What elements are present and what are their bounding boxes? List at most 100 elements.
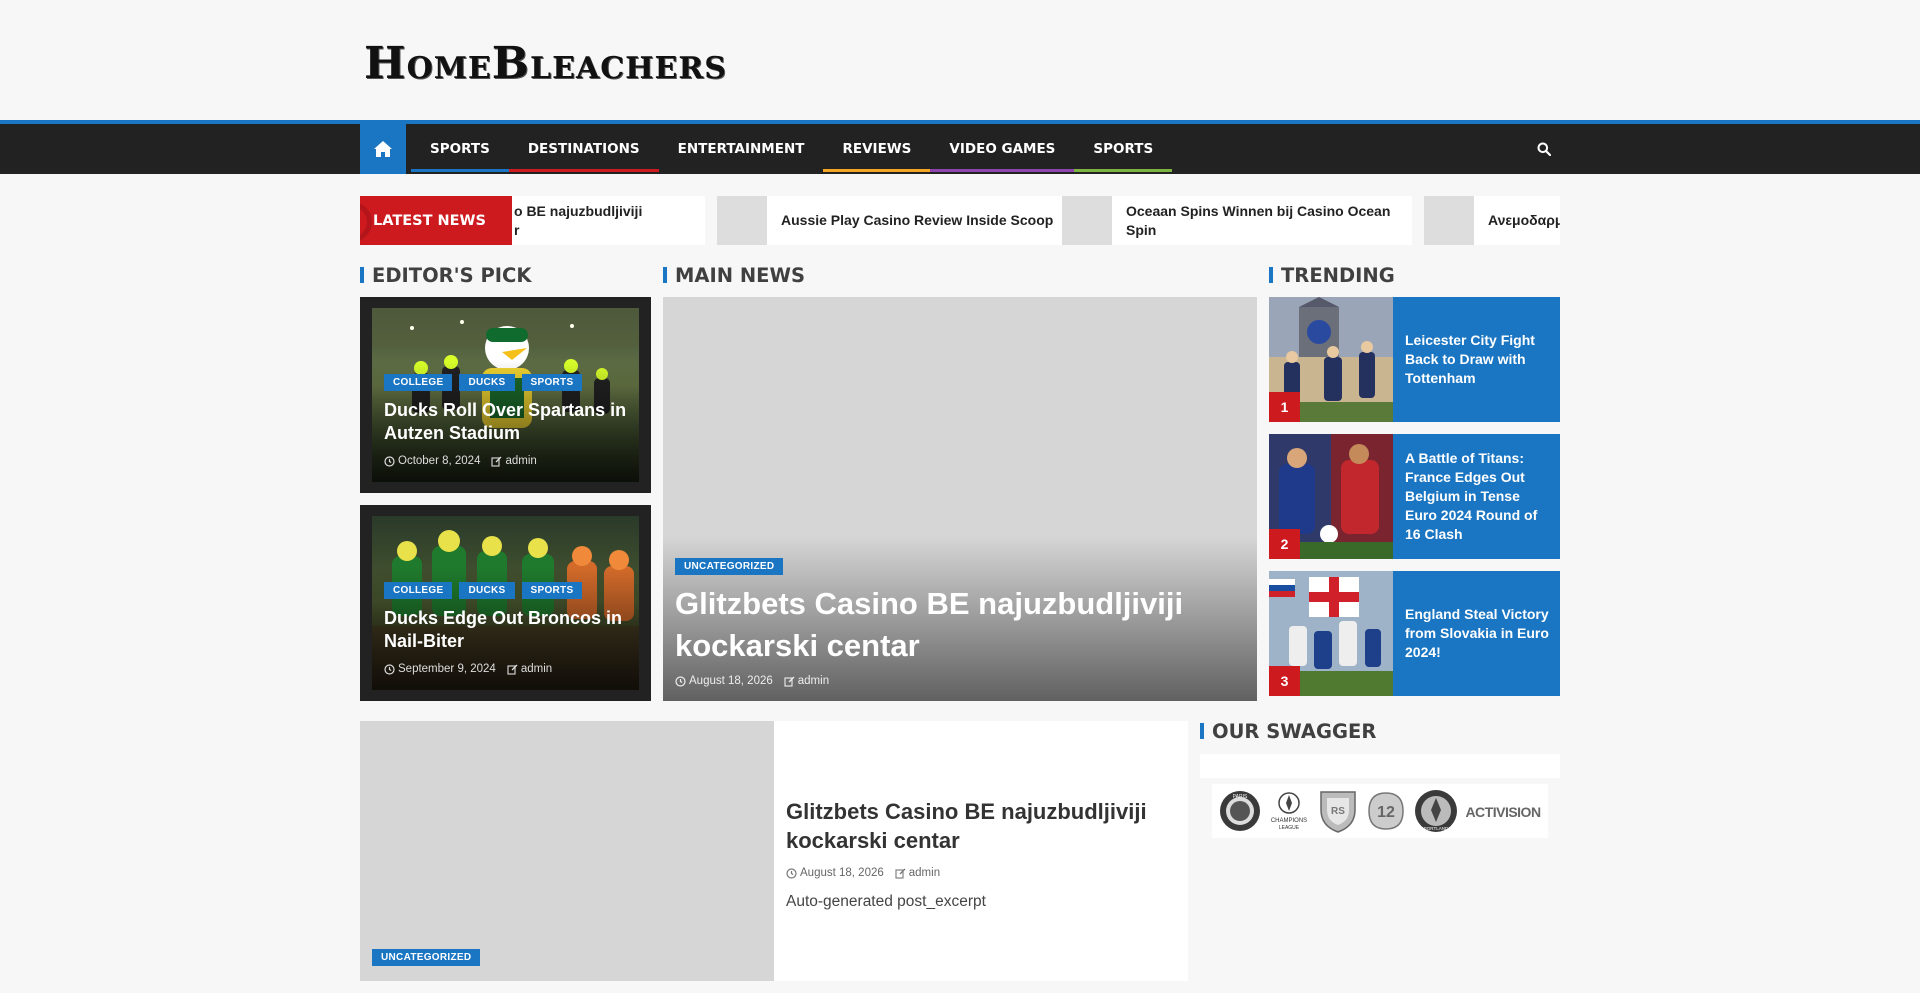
logo-text: 12 [1377,804,1395,821]
article-meta: October 8, 2024 admin [384,455,537,467]
edit-icon [491,456,502,467]
nav-underline [411,169,509,172]
category-tag[interactable]: UNCATEGORIZED [675,558,784,575]
clock-icon [675,675,686,687]
trending-rank: 1 [1269,392,1300,422]
ticker-item[interactable]: Oceaan Spins Winnen bij Casino Ocean Spi… [1062,196,1412,245]
clock-icon [384,455,395,467]
site-header: H OME B LEACHERS [0,0,1920,120]
category-tag[interactable]: COLLEGE [384,374,453,391]
article-title[interactable]: Leicester City Fight Back to Draw with T… [1405,297,1550,422]
psg-logo[interactable]: PARIS [1218,789,1262,833]
activision-logo[interactable]: ACTIVISION [1464,799,1542,823]
article-author[interactable]: admin [505,455,536,467]
swagger-strip [1200,754,1560,778]
ticker-label-text: LATEST NEWS [373,212,486,229]
category-tag[interactable]: DUCKS [459,582,515,599]
ticker-item[interactable]: Ανεμοδαρμ [1424,196,1560,245]
logo-text: ACTIVISION [1465,804,1541,820]
category-tag[interactable]: DUCKS [459,374,515,391]
article-title[interactable]: Ducks Edge Out Broncos in Nail-Biter [384,607,634,654]
latest-news-label: LATEST NEWS [360,196,512,245]
article-excerpt: Auto-generated post_excerpt [786,893,986,910]
editors-pick-card[interactable]: COLLEGE DUCKS SPORTS Ducks Roll Over Spa… [360,297,651,493]
nav-underline [1074,169,1173,172]
home-button[interactable] [360,124,406,174]
ticker-item[interactable]: o BE najuzbudljiviji r [512,196,705,245]
main-news-heading: MAIN NEWS [663,260,805,290]
ticker-item-title: Ανεμοδαρμ [1488,212,1560,229]
trending-rank: 2 [1269,529,1300,559]
nav-underline [508,169,659,172]
trending-rank: 3 [1269,666,1300,696]
nav-item-entertainment[interactable]: ENTERTAINMENT [658,124,824,174]
main-navigation: SPORTS DESTINATIONS ENTERTAINMENT REVIEW… [0,120,1920,174]
nav-item-sports[interactable]: SPORTS [411,124,509,174]
logo-letters: OME [406,51,492,86]
article-title[interactable]: Glitzbets Casino BE najuzbudljiviji kock… [786,797,1166,855]
ticker-item-title-cont: r [514,221,520,238]
article-title[interactable]: A Battle of Titans: France Edges Out Bel… [1405,434,1550,559]
nav-item-sports-2[interactable]: SPORTS [1074,124,1173,174]
nav-item-label: SPORTS [1093,141,1154,157]
article-date: October 8, 2024 [398,455,481,467]
category-tag[interactable]: SPORTS [521,582,583,599]
nav-item-destinations[interactable]: DESTINATIONS [508,124,659,174]
our-swagger-heading: OUR SWAGGER [1200,716,1376,746]
swagger-logos: PARIS CHAMPIONS LEAGUE RS 12 PORTLAND ACT… [1212,784,1548,838]
logo-text: LEAGUE [1279,825,1300,831]
trending-item[interactable]: 2 A Battle of Titans: France Edges Out B… [1269,434,1560,559]
search-button[interactable] [1532,137,1556,161]
nav-underline [823,169,931,172]
ticker-item-title-cont: Spin [1126,221,1157,238]
trending-item[interactable]: 3 England Steal Victory from Slovakia in… [1269,571,1560,696]
logo-letter: H [364,38,407,89]
section-title-text: TRENDING [1281,263,1395,287]
article-date: August 18, 2026 [800,867,884,879]
clock-icon [384,663,395,675]
article-author[interactable]: admin [909,867,940,879]
trending-heading: TRENDING [1269,260,1395,290]
pac12-logo[interactable]: 12 [1363,789,1409,833]
section-title-text: EDITOR'S PICK [372,263,532,287]
nav-item-reviews[interactable]: REVIEWS [823,124,931,174]
nav-item-video-games[interactable]: VIDEO GAMES [930,124,1075,174]
article-author[interactable]: admin [521,663,552,675]
pulse-icon [360,202,372,242]
editors-pick-heading: EDITOR'S PICK [360,260,531,290]
article-title[interactable]: England Steal Victory from Slovakia in E… [1405,571,1550,696]
category-tag[interactable]: UNCATEGORIZED [372,949,481,966]
featured-post-card[interactable]: UNCATEGORIZED Glitzbets Casino BE najuzb… [360,721,1188,981]
champions-league-logo[interactable]: CHAMPIONS LEAGUE [1266,789,1312,833]
article-meta: August 18, 2026 admin [675,675,829,687]
logo-letters: LEACHERS [530,51,727,86]
article-image [360,721,774,981]
article-title[interactable]: Glitzbets Casino BE najuzbudljiviji kock… [675,583,1235,666]
article-date: September 9, 2024 [398,663,496,675]
site-logo[interactable]: H OME B LEACHERS [364,36,727,86]
ticker-item-title: Oceaan Spins Winnen bij Casino Ocean [1126,203,1391,220]
logo-text: PORTLAND [1424,826,1449,831]
ticker-thumbnail [1424,196,1474,245]
category-tag[interactable]: SPORTS [521,374,583,391]
latest-news-ticker: LATEST NEWS o BE najuzbudljiviji r Aussi… [360,196,1560,245]
trending-item[interactable]: 1 Leicester City Fight Back to Draw with… [1269,297,1560,422]
article-author[interactable]: admin [798,675,829,687]
portland-logo[interactable]: PORTLAND [1413,788,1459,834]
article-title[interactable]: Ducks Roll Over Spartans in Autzen Stadi… [384,399,634,446]
nav-item-label: SPORTS [430,141,490,157]
section-title-text: MAIN NEWS [675,263,806,287]
nav-item-label: ENTERTAINMENT [677,141,805,157]
edit-icon [895,868,906,879]
search-icon [1537,142,1551,156]
ticker-item[interactable]: Aussie Play Casino Review Inside Scoop [717,196,1089,245]
category-tag[interactable]: COLLEGE [384,582,453,599]
nav-underline [658,169,824,172]
logo-letter: B [491,38,530,89]
article-meta: September 9, 2024 admin [384,663,552,675]
section-title-text: OUR SWAGGER [1212,719,1377,743]
main-news-card[interactable]: UNCATEGORIZED Glitzbets Casino BE najuzb… [663,297,1257,701]
shield-logo[interactable]: RS [1317,788,1359,834]
editors-pick-card[interactable]: COLLEGE DUCKS SPORTS Ducks Edge Out Bron… [360,505,651,701]
nav-item-label: DESTINATIONS [527,141,640,157]
